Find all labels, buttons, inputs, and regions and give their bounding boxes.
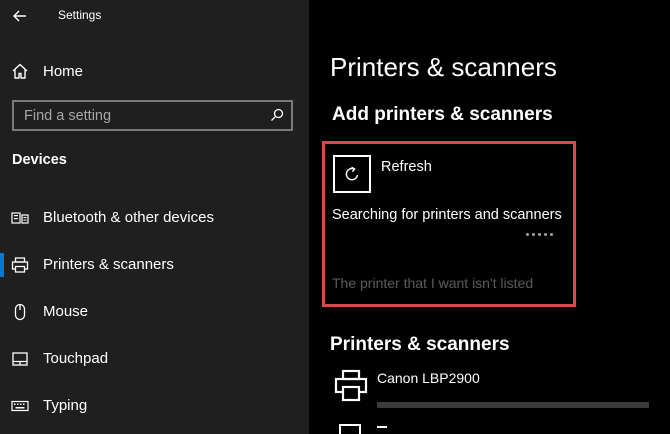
- sidebar-item-touchpad[interactable]: Touchpad: [0, 339, 309, 379]
- device-status-bar: [377, 402, 649, 408]
- keyboard-icon: [11, 397, 29, 415]
- main-content: Printers & scanners Add printers & scann…: [309, 0, 670, 434]
- sidebar-item-label: Bluetooth & other devices: [43, 209, 214, 226]
- sidebar-item-typing[interactable]: Typing: [0, 386, 309, 426]
- back-button[interactable]: [10, 6, 30, 26]
- refresh-button[interactable]: [333, 155, 371, 193]
- page-title: Printers & scanners: [330, 52, 557, 82]
- refresh-icon: [345, 166, 359, 181]
- search-box[interactable]: [12, 100, 293, 131]
- home-nav-item[interactable]: Home: [0, 54, 309, 88]
- search-icon[interactable]: [269, 107, 285, 123]
- sidebar: Settings Home Devices Blueto: [0, 0, 309, 434]
- refresh-label[interactable]: Refresh: [381, 159, 432, 175]
- printer-icon: [334, 369, 368, 402]
- sidebar-item-label: Printers & scanners: [43, 256, 174, 273]
- selection-indicator: [0, 253, 4, 277]
- sidebar-item-label: Touchpad: [43, 350, 109, 367]
- app-title: Settings: [58, 8, 102, 22]
- back-arrow-icon: [13, 10, 26, 22]
- title-bar: Settings: [0, 0, 309, 32]
- printers-list-title: Printers & scanners: [330, 334, 510, 355]
- sidebar-item-label: Typing: [43, 397, 88, 414]
- add-section-title: Add printers & scanners: [332, 104, 553, 125]
- device-name: Canon LBP2900: [377, 370, 480, 386]
- printer-not-listed-link[interactable]: The printer that I want isn't listed: [332, 275, 533, 291]
- printer-icon: [11, 256, 29, 274]
- sidebar-item-bluetooth[interactable]: Bluetooth & other devices: [0, 198, 309, 238]
- home-icon: [11, 62, 29, 80]
- bluetooth-keyboard-icon: [11, 209, 29, 227]
- touchpad-icon: [11, 350, 29, 368]
- progress-dots: [526, 233, 553, 236]
- search-input[interactable]: [14, 102, 264, 129]
- sidebar-item-printers[interactable]: Printers & scanners: [0, 245, 309, 285]
- searching-status: Searching for printers and scanners: [332, 207, 562, 223]
- device-name-partial: [377, 426, 387, 434]
- home-label: Home: [43, 63, 84, 80]
- sidebar-item-label: Mouse: [43, 303, 89, 320]
- devices-section-label: Devices: [12, 152, 67, 168]
- printer-icon: [339, 424, 361, 434]
- mouse-icon: [11, 303, 29, 321]
- sidebar-item-mouse[interactable]: Mouse: [0, 292, 309, 332]
